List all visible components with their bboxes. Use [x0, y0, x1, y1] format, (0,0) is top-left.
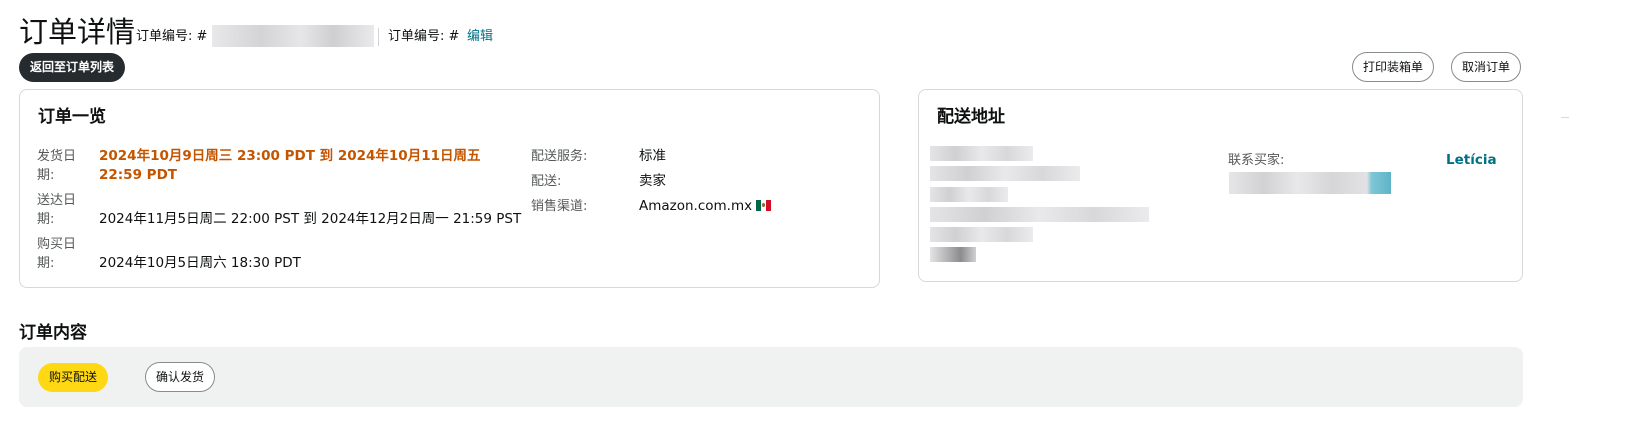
- shipping-address-title: 配送地址: [937, 107, 1005, 127]
- buyer-name-link[interactable]: Letícia: [1446, 151, 1497, 169]
- purchase-date-label: 购买日期:: [37, 237, 77, 271]
- back-to-order-list-button[interactable]: 返回至订单列表: [19, 53, 126, 82]
- page-title: 订单详情: [19, 15, 136, 49]
- mexico-flag-icon: [756, 200, 772, 211]
- print-packing-slip-button[interactable]: 打印装箱单: [1352, 52, 1435, 82]
- shipping-address-card: [918, 89, 1523, 282]
- confirm-shipment-button[interactable]: 确认发货: [145, 362, 216, 392]
- order-number-label-secondary: 订单编号: #: [388, 29, 460, 44]
- fulfillment-value: 卖家: [639, 173, 666, 189]
- order-number-label: 订单编号: #: [136, 29, 208, 44]
- order-contents-toolbar: [19, 347, 1523, 407]
- scrollbar-edge: [1561, 117, 1569, 118]
- edit-order-number-link[interactable]: 编辑: [467, 29, 493, 45]
- contact-buyer-label: 联系买家:: [1228, 153, 1285, 168]
- buyer-contact-redacted: [1229, 172, 1391, 194]
- order-overview-title: 订单一览: [38, 107, 106, 127]
- buy-shipping-button[interactable]: 购买配送: [38, 363, 109, 392]
- purchase-date-value: 2024年10月5日周六 18:30 PDT: [99, 255, 301, 271]
- cancel-order-button[interactable]: 取消订单: [1451, 52, 1522, 82]
- ship-date-value: 2024年10月9日周三 23:00 PDT 到 2024年10月11日周五 2…: [99, 148, 481, 183]
- header-divider: [378, 28, 379, 46]
- shipping-service-label: 配送服务:: [531, 149, 588, 164]
- order-contents-title: 订单内容: [19, 323, 87, 343]
- fulfillment-label: 配送:: [531, 174, 562, 189]
- ship-date-label: 发货日期:: [37, 149, 77, 183]
- delivery-date-value: 2024年11月5日周二 22:00 PST 到 2024年12月2日周一 21…: [99, 211, 522, 227]
- sales-channel-value: Amazon.com.mx: [639, 197, 772, 216]
- shipping-service-value: 标准: [639, 148, 666, 164]
- sales-channel-label: 销售渠道:: [531, 199, 588, 214]
- order-number-redacted: [212, 25, 374, 47]
- delivery-date-label: 送达日期:: [37, 193, 77, 227]
- sales-channel-text: Amazon.com.mx: [639, 198, 753, 214]
